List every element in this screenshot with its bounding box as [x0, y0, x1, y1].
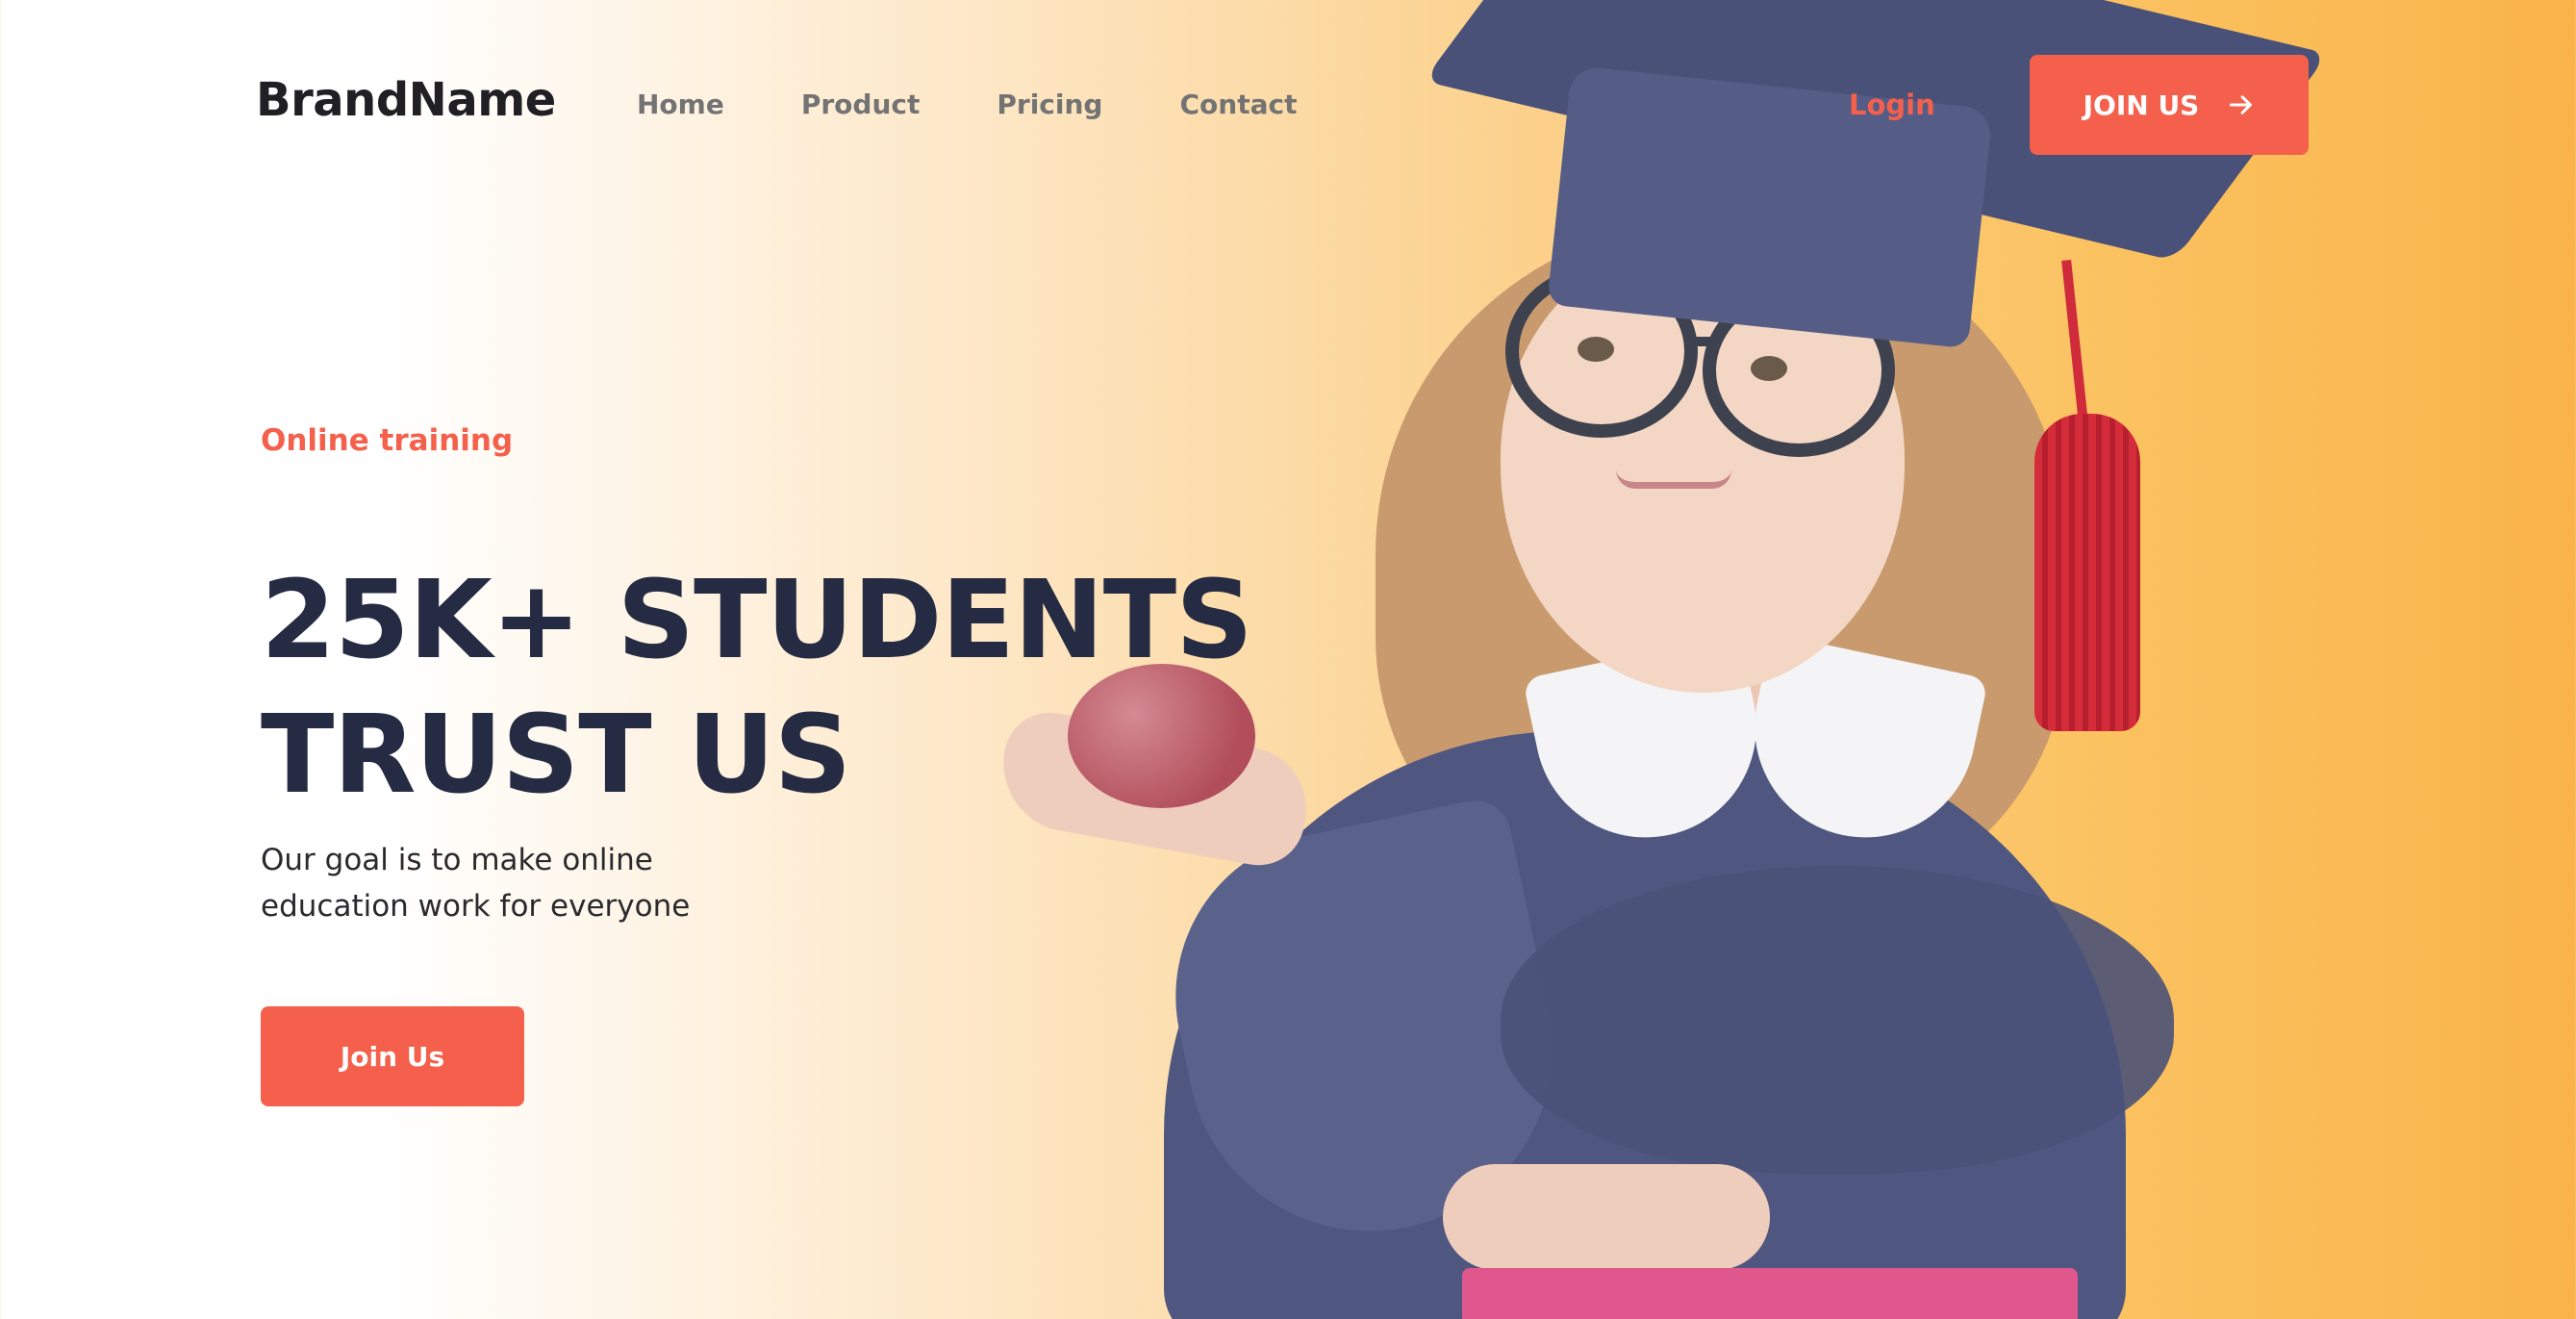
- gown-ruffle: [1501, 866, 2174, 1174]
- folded-hands: [1443, 1164, 1770, 1270]
- login-link[interactable]: Login: [1849, 89, 1935, 121]
- tassel: [2034, 414, 2140, 731]
- arrow-right-icon: [2230, 95, 2253, 114]
- hero-subtext-line-1: Our goal is to make online: [261, 843, 653, 877]
- tassel-cord: [2061, 259, 2088, 424]
- hero-section: Online training 25K+ STUDENTS TRUST US O…: [261, 0, 1415, 1319]
- pink-book: [1462, 1268, 2078, 1319]
- join-us-hero-button[interactable]: Join Us: [261, 1006, 524, 1106]
- hero-eyebrow: Online training: [261, 423, 514, 458]
- hero-headline-line-2: TRUST US: [261, 693, 851, 818]
- hero-headline-line-1: 25K+ STUDENTS: [261, 558, 1253, 683]
- join-us-header-button[interactable]: JOIN US: [2030, 55, 2309, 155]
- join-us-header-label: JOIN US: [2083, 89, 2200, 121]
- hero-subtext: Our goal is to make online education wor…: [261, 837, 761, 929]
- hero-headline: 25K+ STUDENTS TRUST US: [261, 553, 1463, 823]
- glasses-bridge: [1688, 337, 1717, 346]
- hero-subtext-line-2: education work for everyone: [261, 889, 691, 924]
- smile: [1616, 469, 1731, 489]
